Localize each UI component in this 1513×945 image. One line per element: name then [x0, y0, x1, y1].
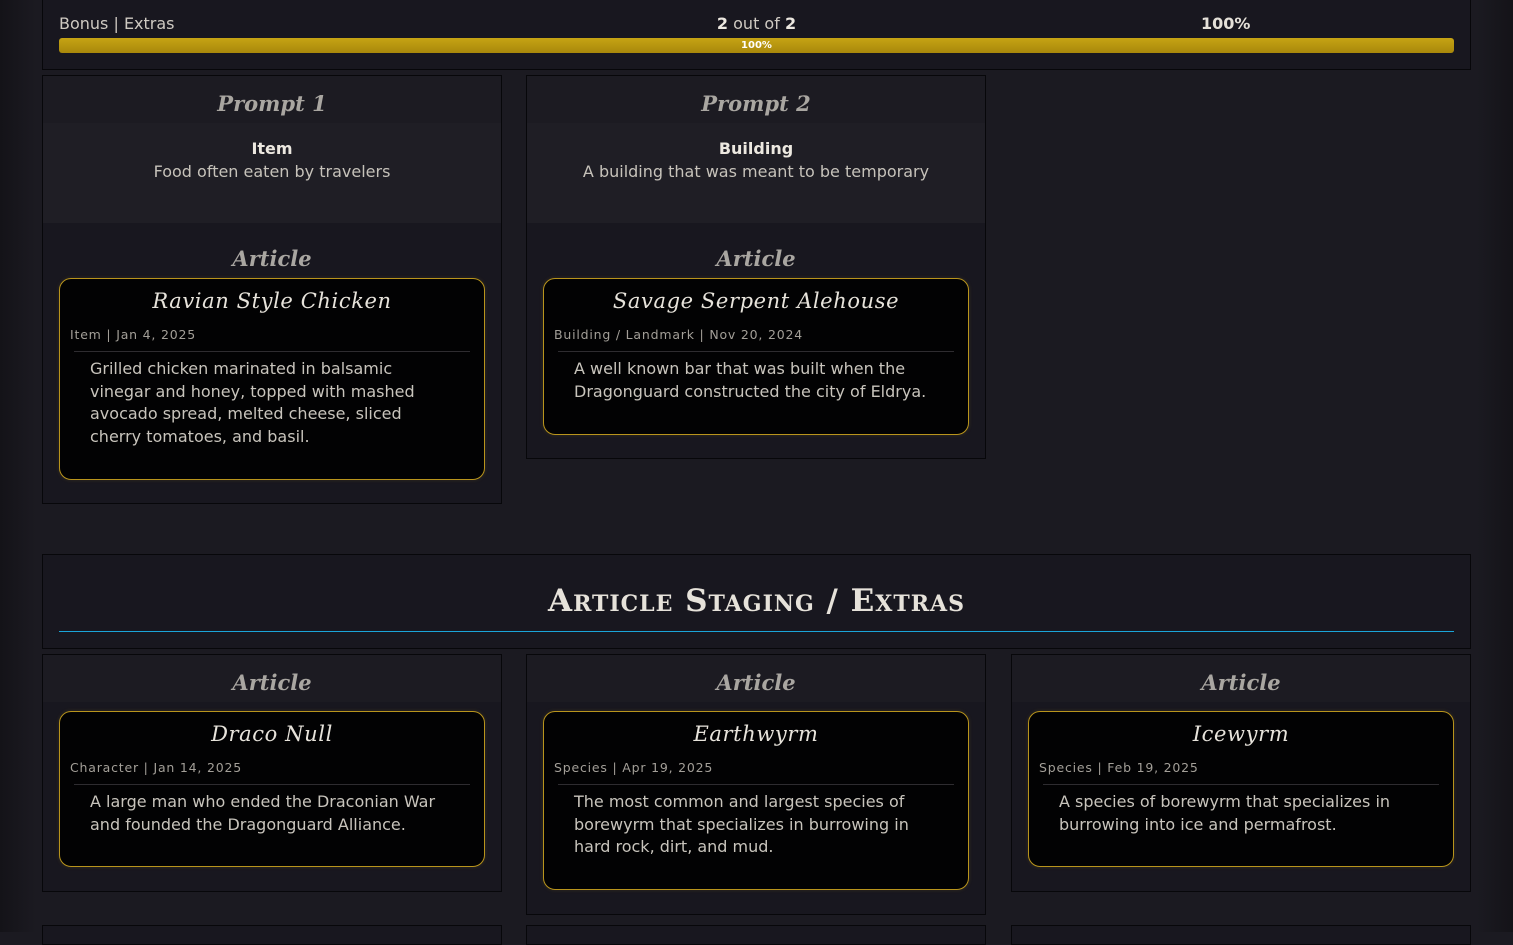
prompt-description: A building that was meant to be temporar…: [582, 162, 930, 181]
staging-title: Article Staging / Extras: [548, 583, 965, 619]
article-meta: Character | Jan 14, 2025: [70, 760, 242, 775]
article-title[interactable]: Ravian Style Chicken: [70, 289, 474, 313]
extra-card-1: Article Draco Null Character | Jan 14, 2…: [42, 654, 502, 892]
article-meta: Species | Feb 19, 2025: [1039, 760, 1199, 775]
prompt-card-2: Prompt 2 Building A building that was me…: [526, 75, 986, 459]
article-title[interactable]: Savage Serpent Alehouse: [554, 289, 958, 313]
prompt-heading: Prompt 2: [527, 76, 985, 123]
page-edge-right: [1477, 0, 1513, 932]
article-description: A species of borewyrm that specializes i…: [1059, 792, 1391, 834]
article-meta: Species | Apr 19, 2025: [554, 760, 714, 775]
progress-total: 2: [784, 14, 797, 33]
article-description: The most common and largest species of b…: [574, 792, 909, 857]
prompt-body: Item Food often eaten by travelers: [43, 123, 501, 223]
prompt-body: Building A building that was meant to be…: [527, 123, 985, 223]
article-card-icewyrm[interactable]: Icewyrm Species | Feb 19, 2025 A species…: [1028, 711, 1454, 867]
article-description: A large man who ended the Draconian War …: [90, 792, 436, 834]
article-meta: Item | Jan 4, 2025: [70, 327, 196, 342]
article-card-draco-null[interactable]: Draco Null Character | Jan 14, 2025 A la…: [59, 711, 485, 867]
extra-card-3: Article Icewyrm Species | Feb 19, 2025 A…: [1011, 654, 1471, 892]
article-section-label: Article: [527, 655, 985, 702]
article-title[interactable]: Icewyrm: [1039, 722, 1443, 746]
progress-done: 2: [716, 14, 729, 33]
prompt-heading: Prompt 1: [43, 76, 501, 123]
progress-bar-text: 100%: [741, 40, 772, 51]
article-card-ravian-style-chicken[interactable]: Ravian Style Chicken Item | Jan 4, 2025 …: [59, 278, 485, 480]
progress-percent: 100%: [1201, 14, 1251, 33]
article-title[interactable]: Earthwyrm: [554, 722, 958, 746]
article-title[interactable]: Draco Null: [70, 722, 474, 746]
article-section-label: Article: [716, 246, 796, 271]
next-card-stub: [526, 925, 986, 945]
article-description: Grilled chicken marinated in balsamic vi…: [90, 359, 415, 446]
staging-divider: [59, 631, 1454, 632]
prompt-card-1: Prompt 1 Item Food often eaten by travel…: [42, 75, 502, 504]
progress-bar: 100%: [59, 38, 1454, 53]
progress-panel: Bonus | Extras 2 out of 2 100% 100%: [42, 0, 1471, 70]
progress-count: 2 out of 2: [43, 14, 1470, 33]
article-section-label: Article: [1012, 655, 1470, 702]
article-card-earthwyrm[interactable]: Earthwyrm Species | Apr 19, 2025 The mos…: [543, 711, 969, 890]
page-edge-left: [0, 0, 36, 932]
article-section-label: Article: [43, 655, 501, 702]
staging-header: Article Staging / Extras: [42, 554, 1471, 649]
article-section-label: Article: [232, 246, 312, 271]
article-description: A well known bar that was built when the…: [574, 359, 927, 401]
prompt-type: Building: [718, 139, 794, 158]
progress-out-of: out of: [733, 14, 780, 33]
next-card-stub: [42, 925, 502, 945]
next-card-stub: [1011, 925, 1471, 945]
article-meta: Building / Landmark | Nov 20, 2024: [554, 327, 803, 342]
prompt-type: Item: [251, 139, 293, 158]
prompt-description: Food often eaten by travelers: [153, 162, 391, 181]
article-card-savage-serpent-alehouse[interactable]: Savage Serpent Alehouse Building / Landm…: [543, 278, 969, 435]
extra-card-2: Article Earthwyrm Species | Apr 19, 2025…: [526, 654, 986, 915]
